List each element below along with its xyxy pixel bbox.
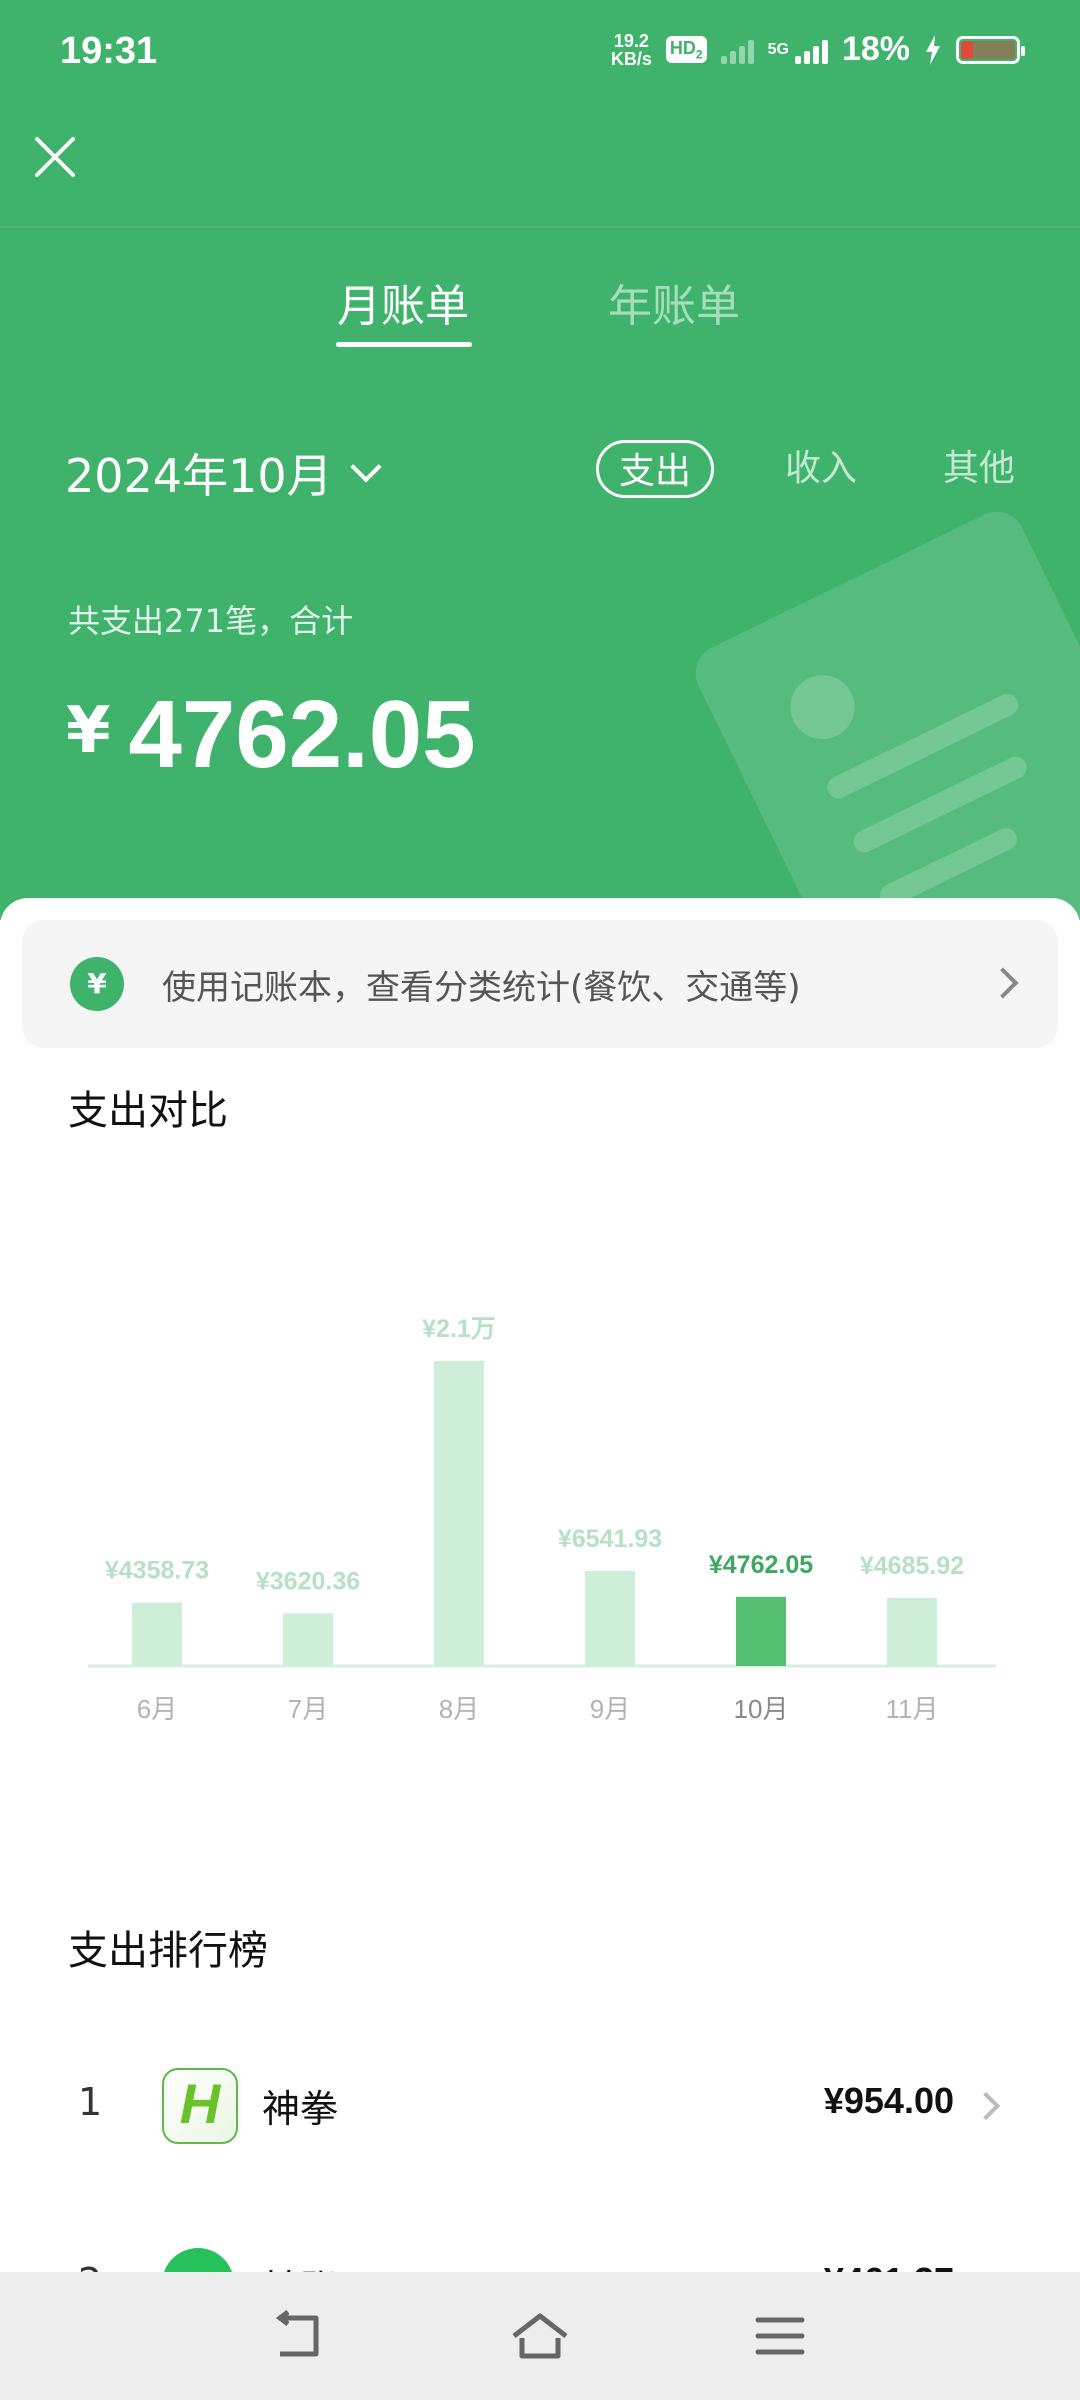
expense-comparison-chart: ¥4358.73 6月 ¥3620.36 7月 ¥2.1万 8月 ¥6541.93 9月 ¥47… (88, 1315, 996, 1724)
battery-icon (956, 35, 1025, 64)
expense-summary-text: 共支出271笔，合计 (68, 602, 354, 640)
x-tick-label: 6月 (137, 1694, 177, 1724)
decorative-bill-graphic (686, 502, 1080, 920)
charging-icon (926, 34, 940, 65)
back-icon[interactable] (268, 2304, 332, 2368)
bar-8月 (434, 1361, 484, 1666)
merchant-name: 神拳 (262, 2087, 339, 2131)
tab-monthly-bill[interactable]: 月账单 (337, 270, 469, 334)
bar-value-label: ¥4358.73 (105, 1557, 209, 1585)
chevron-right-icon (987, 967, 1019, 999)
segment-other[interactable]: 其他 (943, 440, 1015, 498)
month-selector[interactable]: 2024年10月 (65, 440, 382, 506)
header-panel: 19:31 19.2 KB/s HD2 5G 18% 月账单 年账单 2024年… (0, 0, 1080, 920)
ledger-promo-banner[interactable]: ¥ 使用记账本，查看分类统计(餐饮、交通等) (22, 920, 1058, 1048)
signal-sim2-icon (794, 36, 828, 64)
bar-11月 (887, 1597, 937, 1666)
home-icon[interactable] (508, 2304, 572, 2368)
ranking-title: 支出排行榜 (68, 1928, 268, 1974)
network-type: 5G (767, 40, 789, 58)
tab-yearly-bill[interactable]: 年账单 (608, 270, 740, 334)
chevron-right-icon (971, 2091, 1001, 2121)
total-amount: ¥ 4762.05 (66, 680, 476, 790)
shenquan-app-icon: H (162, 2068, 238, 2144)
header-divider (0, 226, 1080, 228)
hd-voice-icon: HD2 (665, 35, 707, 64)
ledger-icon: ¥ (70, 957, 124, 1011)
x-tick-label: 11月 (886, 1694, 939, 1724)
bar-value-label: ¥4762.05 (709, 1551, 813, 1579)
bar-value-label: ¥3620.36 (256, 1567, 360, 1595)
status-bar: 19:31 19.2 KB/s HD2 5G 18% (0, 0, 1080, 110)
x-tick-label: 9月 (590, 1694, 630, 1724)
month-label: 2024年10月 (65, 449, 333, 503)
bar-value-label: ¥4685.92 (860, 1552, 964, 1580)
x-tick-label: 10月 (734, 1694, 789, 1724)
close-icon[interactable] (30, 135, 80, 185)
menu-icon[interactable] (748, 2304, 812, 2368)
rank-number: 1 (78, 2080, 103, 2124)
bar-6月 (132, 1602, 182, 1666)
currency-symbol: ¥ (66, 694, 111, 768)
segment-income[interactable]: 收入 (785, 440, 857, 498)
status-time: 19:31 (60, 30, 158, 72)
merchant-amount: ¥954.00 (823, 2080, 954, 2121)
bar-10月 (736, 1596, 786, 1666)
comparison-title: 支出对比 (68, 1088, 228, 1134)
signal-sim1-icon (720, 36, 754, 64)
segment-expense[interactable]: 支出 (596, 440, 714, 498)
active-tab-indicator (336, 342, 472, 347)
chevron-down-icon (350, 451, 382, 483)
bar-value-label: ¥2.1万 (422, 1315, 496, 1343)
system-navigation-bar (0, 2272, 1080, 2400)
x-tick-label: 7月 (288, 1694, 328, 1724)
x-tick-label: 8月 (439, 1694, 479, 1724)
total-value: 4762.05 (128, 681, 476, 788)
ranking-row[interactable]: 1 H 神拳 ¥954.00 (0, 2052, 1080, 2172)
network-speed: 19.2 KB/s (610, 30, 652, 69)
bar-9月 (585, 1570, 635, 1666)
banner-text: 使用记账本，查看分类统计(餐饮、交通等) (162, 967, 801, 1008)
battery-percent: 18% (841, 30, 910, 68)
bar-7月 (283, 1613, 333, 1666)
bar-value-label: ¥6541.93 (558, 1525, 662, 1553)
